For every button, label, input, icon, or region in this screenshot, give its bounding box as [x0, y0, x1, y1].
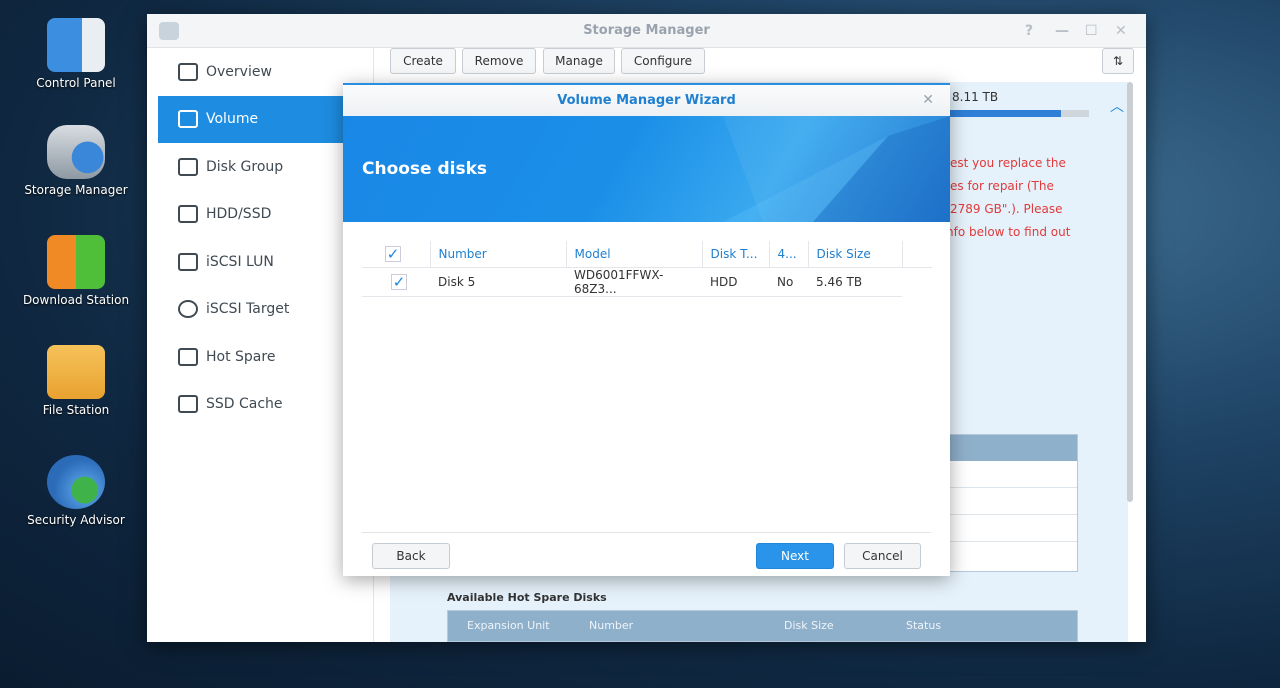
database-icon	[178, 252, 198, 271]
warning-line: est you replace the	[950, 156, 1066, 170]
select-all-checkbox[interactable]: ✓	[385, 245, 401, 262]
minimize-button[interactable]: —	[1055, 14, 1069, 48]
label: HDD/SSD	[206, 206, 272, 223]
sidebar-item-ssd-cache[interactable]: SSD Cache	[158, 381, 373, 429]
file-station-icon	[47, 345, 105, 399]
volume-manager-wizard-dialog: Volume Manager Wizard ✕ Choose disks ✓ N…	[343, 83, 950, 576]
app-icon	[159, 22, 179, 40]
disk-group-icon	[178, 157, 198, 176]
label: SSD Cache	[206, 396, 283, 413]
label: Download Station	[22, 293, 130, 307]
label: iSCSI LUN	[206, 253, 274, 270]
storage-manager-icon	[47, 125, 105, 179]
hot-spare-title: Available Hot Spare Disks	[447, 591, 607, 604]
column-4k[interactable]: 4...	[769, 241, 809, 268]
dialog-title: Volume Manager Wizard	[557, 93, 736, 108]
help-button[interactable]: ?	[1025, 14, 1033, 48]
label: Overview	[206, 63, 272, 80]
cell-type: HDD	[702, 267, 769, 297]
maximize-button[interactable]: ☐	[1085, 14, 1098, 48]
label: Disk Group	[206, 158, 284, 175]
column-disk-size[interactable]: Disk Size	[808, 241, 903, 268]
window-titlebar[interactable]: Storage Manager ? — ☐ ✕	[147, 14, 1146, 48]
cell-4k: No	[769, 267, 808, 297]
next-button[interactable]: Next	[756, 543, 834, 569]
label: File Station	[42, 403, 110, 417]
label: Hot Spare	[206, 348, 276, 365]
sidebar-item-iscsi-target[interactable]: iSCSI Target	[158, 286, 373, 334]
hdd-icon	[178, 205, 198, 224]
label: Volume	[206, 111, 259, 128]
footer-divider	[362, 532, 931, 533]
globe-icon	[178, 300, 198, 319]
window-title: Storage Manager	[583, 23, 710, 38]
manage-button[interactable]: Manage	[543, 48, 615, 74]
column-number[interactable]: Number	[430, 241, 567, 268]
column-disk-type[interactable]: Disk T...	[702, 241, 770, 268]
sort-icon[interactable]: ⇅	[1102, 48, 1134, 74]
security-advisor-icon	[47, 455, 105, 509]
close-button[interactable]: ✕	[1115, 14, 1127, 48]
scrollbar[interactable]	[1127, 82, 1133, 502]
warning-line: es for repair (The	[950, 179, 1054, 193]
sidebar: Overview Volume Disk Group HDD/SSD iSCSI…	[147, 48, 374, 642]
table-header: ✓ Number Model Disk T... 4... Disk Size	[362, 241, 932, 268]
disk-table: ✓ Number Model Disk T... 4... Disk Size …	[362, 241, 932, 297]
column-model[interactable]: Model	[566, 241, 703, 268]
capacity-bar	[950, 110, 1089, 117]
sidebar-item-volume[interactable]: Volume	[158, 95, 373, 143]
volume-icon	[178, 110, 198, 129]
wizard-banner: Choose disks	[343, 116, 950, 222]
back-button[interactable]: Back	[372, 543, 450, 569]
label: iSCSI Target	[206, 301, 290, 318]
column-header: Expansion Unit	[467, 619, 550, 632]
desktop-icon-file-station[interactable]: File Station	[20, 345, 132, 417]
hot-spare-table-header: Expansion Unit Number Disk Size Status	[447, 610, 1078, 642]
desktop-icon-control-panel[interactable]: Control Panel	[20, 18, 132, 90]
toolbar: Create Remove Manage Configure ⇅	[390, 48, 1146, 82]
dialog-titlebar[interactable]: Volume Manager Wizard ✕	[343, 85, 950, 116]
desktop-icon-security-advisor[interactable]: Security Advisor	[20, 455, 132, 527]
label: Security Advisor	[27, 513, 125, 527]
desktop-icon-download-station[interactable]: Download Station	[20, 235, 132, 307]
column-header: Status	[906, 619, 942, 632]
sidebar-item-iscsi-lun[interactable]: iSCSI LUN	[158, 238, 373, 286]
configure-button[interactable]: Configure	[621, 48, 705, 74]
remove-button[interactable]: Remove	[462, 48, 536, 74]
label: Storage Manager	[24, 183, 128, 197]
cell-number: Disk 5	[430, 267, 566, 297]
dialog-close-icon[interactable]: ✕	[922, 85, 934, 116]
sidebar-item-disk-group[interactable]: Disk Group	[158, 143, 373, 191]
sidebar-item-hdd-ssd[interactable]: HDD/SSD	[158, 191, 373, 239]
label: Control Panel	[36, 76, 116, 90]
warning-line: nfo below to find out	[946, 225, 1071, 239]
capacity-text: 8.11 TB	[952, 90, 999, 104]
column-header: Disk Size	[784, 619, 834, 632]
plus-icon	[178, 347, 198, 366]
control-panel-icon	[47, 18, 105, 72]
desktop-icon-storage-manager[interactable]: Storage Manager	[20, 125, 132, 197]
collapse-chevron-icon[interactable]: ︿	[1110, 96, 1124, 116]
sidebar-item-hot-spare[interactable]: Hot Spare	[158, 333, 373, 381]
cancel-button[interactable]: Cancel	[844, 543, 921, 569]
column-header: Number	[589, 619, 634, 632]
cell-size: 5.46 TB	[808, 267, 902, 297]
create-button[interactable]: Create	[390, 48, 456, 74]
overview-icon	[178, 62, 198, 81]
capacity-bar-fill	[950, 110, 1062, 117]
step-heading: Choose disks	[362, 159, 488, 179]
row-checkbox[interactable]: ✓	[391, 273, 407, 290]
sidebar-item-overview[interactable]: Overview	[158, 48, 373, 96]
table-row[interactable]: ✓ Disk 5 WD6001FFWX-68Z3... HDD No 5.46 …	[362, 267, 932, 297]
download-station-icon	[47, 235, 105, 289]
lightning-icon	[178, 395, 198, 414]
warning-line: 2789 GB".). Please	[950, 202, 1063, 216]
cell-model: WD6001FFWX-68Z3...	[566, 267, 702, 297]
